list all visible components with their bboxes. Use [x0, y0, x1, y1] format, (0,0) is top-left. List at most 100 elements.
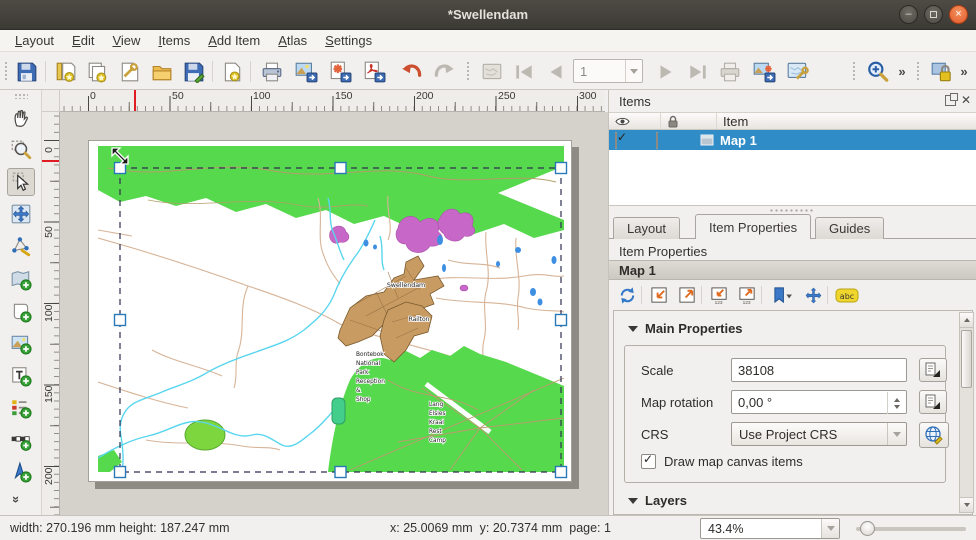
zoom-slider-handle[interactable]	[860, 521, 875, 536]
selection-handle[interactable]	[115, 315, 126, 326]
toolbar-drag-handle[interactable]	[916, 61, 921, 82]
selection-handle[interactable]	[556, 467, 567, 478]
menu-settings[interactable]: Settings	[316, 31, 381, 50]
crs-combo[interactable]: Use Project CRS	[731, 422, 907, 446]
set-extent-to-canvas-button[interactable]: 123	[707, 283, 731, 307]
vertical-scrollbar[interactable]	[959, 312, 974, 513]
toolbar-drag-handle[interactable]	[14, 93, 28, 99]
zoom-to-extent-button[interactable]	[647, 283, 671, 307]
close-button[interactable]: ×	[949, 5, 968, 24]
layout-canvas[interactable]: Swellendam Railton Bontebok National Par…	[60, 112, 608, 515]
lock-checkbox[interactable]	[656, 132, 658, 149]
spin-buttons[interactable]	[887, 392, 905, 414]
layout-manager-button[interactable]	[116, 58, 143, 85]
tab-guides[interactable]: Guides	[815, 217, 884, 239]
interactive-extent-button[interactable]	[801, 283, 825, 307]
scroll-up-button[interactable]	[960, 313, 973, 328]
scroll-down-button[interactable]	[960, 497, 973, 512]
maximize-button[interactable]	[924, 5, 943, 24]
draw-canvas-items-row[interactable]: Draw map canvas items	[641, 454, 803, 469]
undo-button[interactable]	[398, 58, 425, 85]
menu-add-item[interactable]: Add Item	[199, 31, 269, 50]
selection-handle[interactable]	[556, 315, 567, 326]
zoom-slider[interactable]	[856, 527, 966, 531]
add-3d-map-button[interactable]	[7, 298, 35, 326]
scrollbar-thumb[interactable]	[961, 330, 972, 388]
visibility-checkbox[interactable]	[615, 132, 617, 149]
add-picture-button[interactable]	[7, 330, 35, 358]
atlas-page-input[interactable]	[574, 60, 625, 82]
bookmark-button[interactable]	[767, 283, 797, 307]
print-atlas-button[interactable]	[716, 58, 743, 85]
add-north-arrow-button[interactable]	[7, 458, 35, 486]
visibility-column-header[interactable]	[609, 113, 661, 129]
atlas-preview-button[interactable]	[478, 58, 505, 85]
add-legend-button[interactable]	[7, 394, 35, 422]
zoom-dropdown-button[interactable]	[821, 519, 839, 538]
zoom-toolbar-overflow[interactable]: »	[894, 58, 910, 85]
zoom-in-button[interactable]	[864, 58, 891, 85]
edit-nodes-button[interactable]	[7, 232, 35, 260]
draw-canvas-items-checkbox[interactable]	[641, 454, 656, 469]
rotation-spinbox[interactable]: 0,00 °	[731, 390, 907, 414]
float-panel-icon[interactable]	[945, 95, 956, 106]
minimize-button[interactable]: –	[899, 5, 918, 24]
atlas-page-dropdown[interactable]	[625, 60, 642, 82]
add-map-button[interactable]	[7, 266, 35, 294]
lock-toolbar-overflow[interactable]: »	[956, 58, 972, 85]
crs-select-button[interactable]	[919, 422, 949, 448]
lock-column-header[interactable]	[661, 113, 717, 129]
crs-dropdown-button[interactable]	[887, 423, 906, 445]
selection-handle[interactable]	[556, 163, 567, 174]
menu-view[interactable]: View	[103, 31, 149, 50]
menu-layout[interactable]: Layout	[6, 31, 63, 50]
title-bar[interactable]: *Swellendam – ×	[0, 0, 976, 30]
panel-splitter-handle[interactable]	[769, 208, 815, 213]
save-button[interactable]	[13, 58, 40, 85]
atlas-next-button[interactable]	[652, 58, 679, 85]
selection-handle[interactable]	[335, 467, 346, 478]
tab-layout[interactable]: Layout	[613, 217, 680, 239]
export-pdf-button[interactable]	[360, 58, 387, 85]
menu-atlas[interactable]: Atlas	[269, 31, 316, 50]
item-column-header[interactable]: Item	[717, 113, 976, 129]
selection-handle[interactable]	[335, 163, 346, 174]
new-layout-button[interactable]	[52, 58, 79, 85]
pan-tool-button[interactable]	[7, 104, 35, 132]
add-scalebar-button[interactable]	[7, 426, 35, 454]
select-move-item-button[interactable]	[7, 168, 35, 196]
atlas-last-button[interactable]	[684, 58, 711, 85]
refresh-map-button[interactable]	[615, 283, 639, 307]
open-layout-button[interactable]	[148, 58, 175, 85]
duplicate-layout-button[interactable]	[84, 58, 111, 85]
scale-data-defined-button[interactable]	[919, 358, 947, 382]
toolbar-drag-handle[interactable]	[852, 61, 857, 82]
add-label-button[interactable]	[7, 362, 35, 390]
zoom-out-extent-button[interactable]	[675, 283, 699, 307]
redo-button[interactable]	[430, 58, 457, 85]
toolbar-drag-handle[interactable]	[4, 61, 9, 82]
toolbar-drag-handle[interactable]	[466, 61, 471, 82]
scale-input[interactable]	[731, 358, 907, 382]
menu-items[interactable]: Items	[149, 31, 199, 50]
print-button[interactable]	[258, 58, 285, 85]
layers-section-header[interactable]: Layers	[628, 493, 687, 508]
labeling-settings-button[interactable]: abc	[833, 283, 861, 307]
export-image-button[interactable]	[292, 58, 319, 85]
zoom-level-combo[interactable]	[700, 518, 840, 539]
tab-item-properties[interactable]: Item Properties	[695, 214, 811, 239]
atlas-prev-button[interactable]	[542, 58, 569, 85]
menu-edit[interactable]: Edit	[63, 31, 103, 50]
close-panel-icon[interactable]: ✕	[961, 95, 971, 106]
save-as-button[interactable]	[180, 58, 207, 85]
items-row-map1[interactable]: Map 1	[609, 130, 976, 150]
zoom-level-input[interactable]	[701, 519, 821, 538]
export-atlas-button[interactable]	[750, 58, 777, 85]
map-canvas-svg[interactable]: Swellendam Railton Bontebok National Par…	[88, 140, 574, 484]
toolbox-overflow-chevron[interactable]: »	[9, 496, 24, 503]
set-canvas-to-extent-button[interactable]: 123	[735, 283, 759, 307]
zoom-tool-button[interactable]	[7, 136, 35, 164]
move-item-content-button[interactable]	[7, 200, 35, 228]
atlas-settings-button[interactable]	[784, 58, 811, 85]
new-from-template-button[interactable]	[218, 58, 245, 85]
